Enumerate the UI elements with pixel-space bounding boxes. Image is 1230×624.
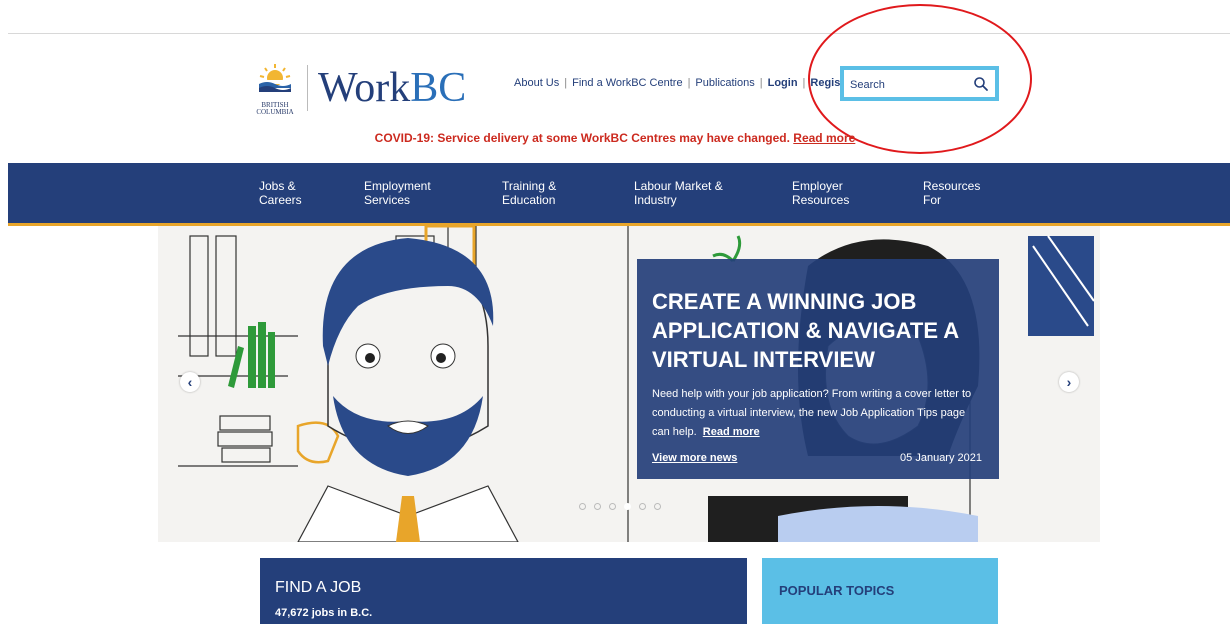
popular-topics-title: POPULAR TOPICS bbox=[779, 583, 895, 598]
hero-title: CREATE A WINNING JOB APPLICATION & NAVIG… bbox=[652, 289, 959, 372]
nav-label: Education bbox=[502, 193, 556, 207]
wordmark-bc: BC bbox=[410, 65, 467, 111]
carousel-prev-button[interactable]: ‹ bbox=[180, 372, 200, 392]
carousel-dot[interactable] bbox=[594, 503, 601, 510]
crest-text-columbia: COLUMBIA bbox=[256, 108, 294, 116]
carousel-dot[interactable] bbox=[624, 503, 631, 510]
separator: | bbox=[759, 77, 763, 89]
separator: | bbox=[687, 77, 691, 89]
carousel-dot[interactable] bbox=[654, 503, 661, 510]
view-more-news-link[interactable]: View more news bbox=[652, 452, 737, 464]
publications-link[interactable]: Publications bbox=[695, 77, 754, 89]
nav-label: Jobs & bbox=[259, 179, 296, 193]
hero-body: Need help with your job application? Fro… bbox=[652, 385, 982, 442]
nav-label: Resources bbox=[923, 179, 981, 193]
about-us-link[interactable]: About Us bbox=[514, 77, 559, 89]
search-icon[interactable] bbox=[973, 76, 989, 92]
hero-card: CREATE A WINNING JOB APPLICATION & NAVIG… bbox=[637, 259, 999, 479]
hero-read-more-link[interactable]: Read more bbox=[703, 426, 760, 438]
top-divider bbox=[8, 33, 1230, 34]
bc-crest: BRITISH COLUMBIA bbox=[255, 60, 295, 116]
nav-label: Labour Market & bbox=[634, 179, 723, 193]
find-centre-link[interactable]: Find a WorkBC Centre bbox=[572, 77, 682, 89]
chevron-right-icon: › bbox=[1066, 374, 1072, 390]
carousel-dot[interactable] bbox=[579, 503, 586, 510]
nav-label: Training & bbox=[502, 179, 557, 193]
find-job-panel: FIND A JOB 47,672 jobs in B.C. bbox=[260, 558, 747, 624]
nav-label: Resources bbox=[792, 193, 850, 207]
covid-banner: COVID-19: Service delivery at some WorkB… bbox=[0, 131, 1230, 145]
nav-employer-resources[interactable]: Employer Resources bbox=[792, 179, 849, 207]
carousel-dots bbox=[579, 503, 661, 510]
nav-label: For bbox=[923, 193, 941, 207]
sun-crest-icon bbox=[259, 64, 291, 92]
search-box bbox=[840, 66, 999, 101]
separator: | bbox=[802, 77, 806, 89]
nav-label: Industry bbox=[634, 193, 677, 207]
nav-jobs-careers[interactable]: Jobs & Careers bbox=[259, 179, 302, 207]
nav-employment-services[interactable]: Employment Services bbox=[364, 179, 431, 207]
hero-carousel: CREATE A WINNING JOB APPLICATION & NAVIG… bbox=[158, 226, 1100, 542]
carousel-next-button[interactable]: › bbox=[1059, 372, 1079, 392]
separator: | bbox=[564, 77, 568, 89]
carousel-dot[interactable] bbox=[609, 503, 616, 510]
utility-nav: About Us | Find a WorkBC Centre | Public… bbox=[514, 77, 854, 89]
nav-label: Careers bbox=[259, 193, 302, 207]
login-link[interactable]: Login bbox=[768, 77, 798, 89]
logo-divider bbox=[307, 65, 308, 111]
workbc-logo[interactable]: BRITISH COLUMBIA WorkBC bbox=[255, 60, 466, 116]
nav-label: Employer bbox=[792, 179, 843, 193]
search-input[interactable] bbox=[848, 74, 972, 96]
covid-read-more-link[interactable]: Read more bbox=[793, 131, 855, 145]
nav-labour-market[interactable]: Labour Market & Industry bbox=[634, 179, 723, 207]
nav-training-education[interactable]: Training & Education bbox=[502, 179, 556, 207]
main-nav: Jobs & Careers Employment Services Train… bbox=[8, 163, 1230, 226]
hero-body-text: Need help with your job application? Fro… bbox=[652, 388, 972, 438]
hero-date: 05 January 2021 bbox=[900, 452, 982, 464]
nav-label: Services bbox=[364, 193, 411, 207]
nav-label: Employment bbox=[364, 179, 431, 193]
covid-banner-text: COVID-19: Service delivery at some WorkB… bbox=[374, 131, 790, 145]
nav-resources-for[interactable]: Resources For bbox=[923, 179, 980, 207]
chevron-left-icon: ‹ bbox=[187, 374, 193, 390]
workbc-wordmark: WorkBC bbox=[318, 67, 466, 109]
find-job-title: FIND A JOB bbox=[275, 579, 362, 596]
job-count: 47,672 jobs in B.C. bbox=[275, 607, 373, 619]
wordmark-work: Work bbox=[318, 65, 411, 111]
carousel-dot[interactable] bbox=[639, 503, 646, 510]
popular-topics-panel: POPULAR TOPICS bbox=[762, 558, 998, 624]
